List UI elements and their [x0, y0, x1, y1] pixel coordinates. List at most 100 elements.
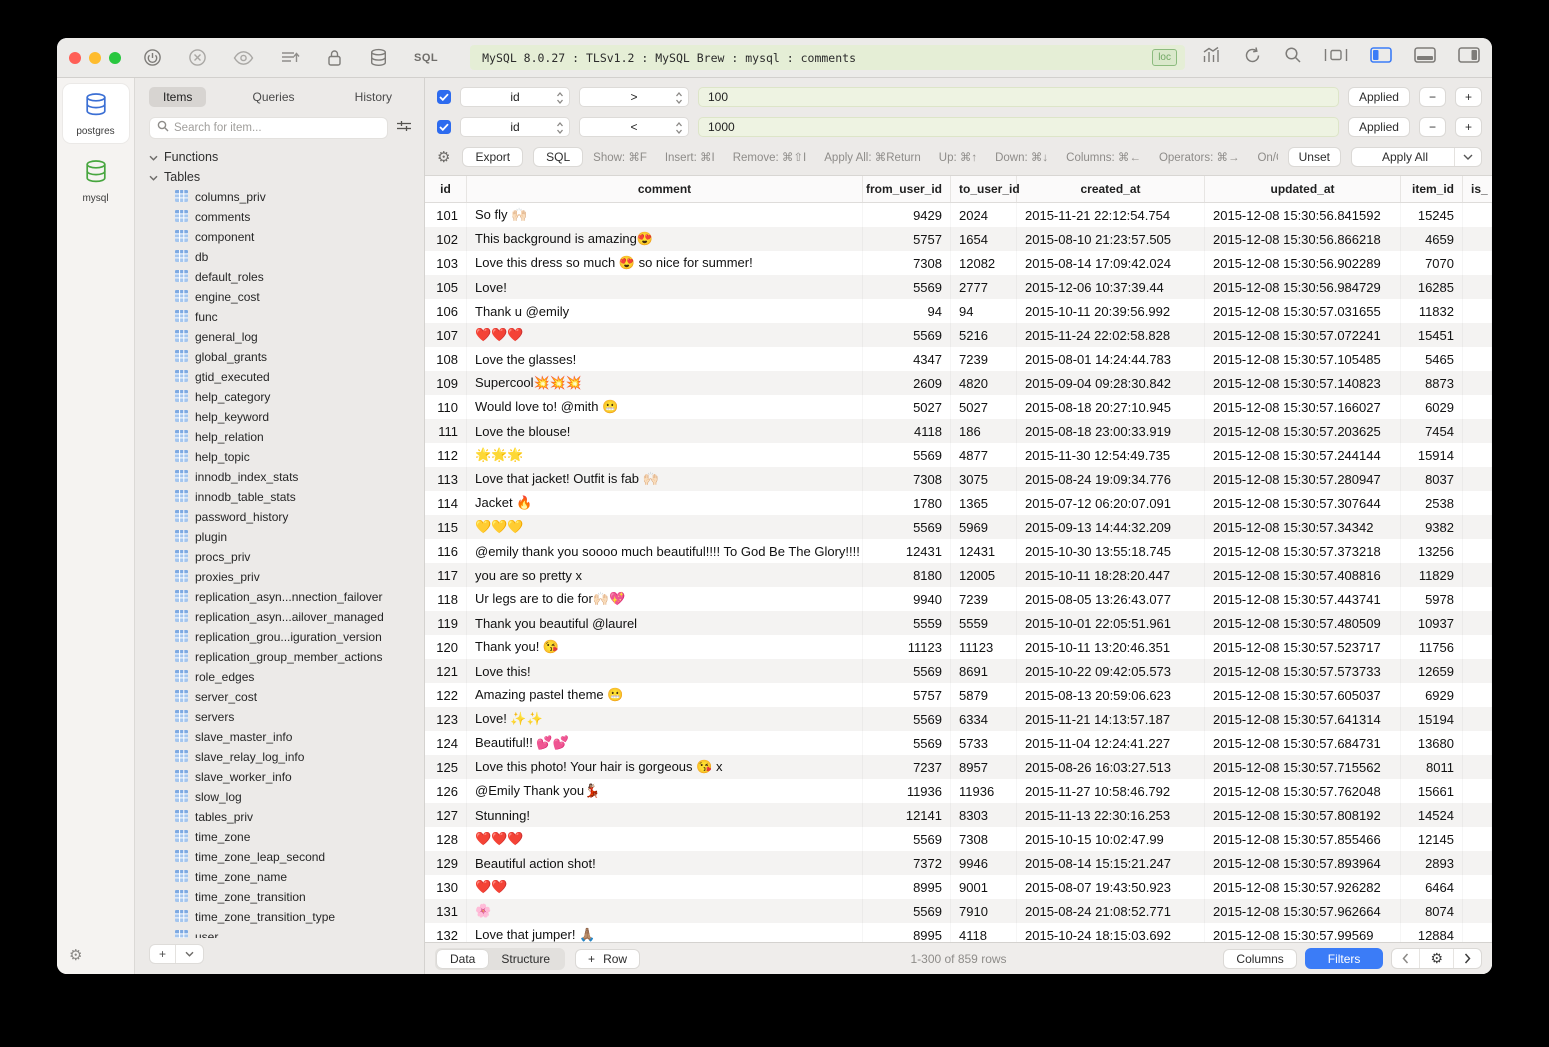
cell-is[interactable]: [1463, 491, 1492, 515]
cell-is[interactable]: [1463, 443, 1492, 467]
cell-item_id[interactable]: 15245: [1401, 203, 1463, 227]
sidebar-table-item[interactable]: default_roles: [149, 267, 424, 287]
cell-created_at[interactable]: 2015-09-04 09:28:30.842: [1017, 371, 1205, 395]
cell-id[interactable]: 110: [425, 395, 467, 419]
cell-id[interactable]: 123: [425, 707, 467, 731]
cell-created_at[interactable]: 2015-08-26 16:03:27.513: [1017, 755, 1205, 779]
cell-is[interactable]: [1463, 659, 1492, 683]
toggle-right-panel-icon[interactable]: [1458, 47, 1480, 68]
cell-to_user_id[interactable]: 2024: [951, 203, 1017, 227]
cell-to_user_id[interactable]: 4820: [951, 371, 1017, 395]
sidebar-table-item[interactable]: columns_priv: [149, 187, 424, 207]
unset-button[interactable]: Unset: [1288, 147, 1341, 167]
cell-comment[interactable]: Jacket 🔥: [467, 491, 863, 515]
column-header-comment[interactable]: comment: [467, 176, 863, 202]
sidebar-table-item[interactable]: server_cost: [149, 687, 424, 707]
cell-to_user_id[interactable]: 9946: [951, 851, 1017, 875]
sidebar-table-item[interactable]: replication_grou...iguration_version: [149, 627, 424, 647]
cell-created_at[interactable]: 2015-08-24 21:08:52.771: [1017, 899, 1205, 923]
cell-is[interactable]: [1463, 203, 1492, 227]
group-tables[interactable]: Tables: [149, 167, 424, 187]
cell-id[interactable]: 113: [425, 467, 467, 491]
cell-updated_at[interactable]: 2015-12-08 15:30:57.762048: [1205, 779, 1401, 803]
cell-created_at[interactable]: 2015-10-01 22:05:51.961: [1017, 611, 1205, 635]
cell-comment[interactable]: @emily thank you soooo much beautiful!!!…: [467, 539, 863, 563]
cell-updated_at[interactable]: 2015-12-08 15:30:57.307644: [1205, 491, 1401, 515]
cell-created_at[interactable]: 2015-08-14 15:15:21.247: [1017, 851, 1205, 875]
cell-to_user_id[interactable]: 4118: [951, 923, 1017, 942]
filter-value-input[interactable]: [698, 87, 1339, 107]
cell-from_user_id[interactable]: 7237: [863, 755, 951, 779]
cell-comment[interactable]: Love this dress so much 😍 so nice for su…: [467, 251, 863, 275]
close-window-button[interactable]: [69, 52, 81, 64]
tab-history[interactable]: History: [341, 87, 406, 107]
cell-from_user_id[interactable]: 1780: [863, 491, 951, 515]
cell-item_id[interactable]: 5465: [1401, 347, 1463, 371]
cell-from_user_id[interactable]: 5559: [863, 611, 951, 635]
cell-to_user_id[interactable]: 5216: [951, 323, 1017, 347]
cell-from_user_id[interactable]: 8180: [863, 563, 951, 587]
tab-data[interactable]: Data: [437, 950, 488, 968]
cell-updated_at[interactable]: 2015-12-08 15:30:57.523717: [1205, 635, 1401, 659]
cell-created_at[interactable]: 2015-08-13 20:59:06.623: [1017, 683, 1205, 707]
cell-from_user_id[interactable]: 5569: [863, 707, 951, 731]
cell-comment[interactable]: Would love to! @mith 😬: [467, 395, 863, 419]
cell-to_user_id[interactable]: 7910: [951, 899, 1017, 923]
cell-item_id[interactable]: 7070: [1401, 251, 1463, 275]
sidebar-table-item[interactable]: time_zone_name: [149, 867, 424, 887]
filter-value-input[interactable]: [698, 117, 1339, 137]
connect-icon[interactable]: [143, 48, 162, 67]
cell-comment[interactable]: Thank you! 😘: [467, 635, 863, 659]
cell-is[interactable]: [1463, 635, 1492, 659]
cell-from_user_id[interactable]: 5757: [863, 227, 951, 251]
cell-comment[interactable]: Love this!: [467, 659, 863, 683]
cell-is[interactable]: [1463, 371, 1492, 395]
cell-created_at[interactable]: 2015-08-14 17:09:42.024: [1017, 251, 1205, 275]
column-header-from_user_id[interactable]: from_user_id: [863, 176, 951, 202]
filters-button[interactable]: Filters: [1305, 948, 1384, 969]
remove-filter-button[interactable]: −: [1419, 117, 1446, 137]
cell-is[interactable]: [1463, 395, 1492, 419]
sidebar-table-item[interactable]: help_relation: [149, 427, 424, 447]
sidebar-table-item[interactable]: func: [149, 307, 424, 327]
settings-gear-icon[interactable]: ⚙: [69, 946, 82, 964]
cell-created_at[interactable]: 2015-07-12 06:20:07.091: [1017, 491, 1205, 515]
cell-updated_at[interactable]: 2015-12-08 15:30:57.641314: [1205, 707, 1401, 731]
cell-is[interactable]: [1463, 755, 1492, 779]
cell-created_at[interactable]: 2015-11-27 10:58:46.792: [1017, 779, 1205, 803]
cell-updated_at[interactable]: 2015-12-08 15:30:57.480509: [1205, 611, 1401, 635]
cell-item_id[interactable]: 7454: [1401, 419, 1463, 443]
cell-from_user_id[interactable]: 2609: [863, 371, 951, 395]
cell-comment[interactable]: 🌸: [467, 899, 863, 923]
cell-is[interactable]: [1463, 731, 1492, 755]
cell-to_user_id[interactable]: 5027: [951, 395, 1017, 419]
sidebar-table-item[interactable]: help_topic: [149, 447, 424, 467]
cell-id[interactable]: 106: [425, 299, 467, 323]
sidebar-table-item[interactable]: component: [149, 227, 424, 247]
sidebar-table-item[interactable]: slave_relay_log_info: [149, 747, 424, 767]
cell-from_user_id[interactable]: 7308: [863, 467, 951, 491]
cell-comment[interactable]: Love!: [467, 275, 863, 299]
cell-item_id[interactable]: 15194: [1401, 707, 1463, 731]
cell-id[interactable]: 107: [425, 323, 467, 347]
cell-created_at[interactable]: 2015-11-13 22:30:16.253: [1017, 803, 1205, 827]
cell-to_user_id[interactable]: 1654: [951, 227, 1017, 251]
log-icon[interactable]: [280, 49, 300, 66]
cell-is[interactable]: [1463, 899, 1492, 923]
sidebar-table-item[interactable]: help_category: [149, 387, 424, 407]
cell-created_at[interactable]: 2015-11-04 12:24:41.227: [1017, 731, 1205, 755]
cell-to_user_id[interactable]: 12005: [951, 563, 1017, 587]
cell-updated_at[interactable]: 2015-12-08 15:30:57.373218: [1205, 539, 1401, 563]
cell-to_user_id[interactable]: 94: [951, 299, 1017, 323]
cell-is[interactable]: [1463, 563, 1492, 587]
cell-comment[interactable]: you are so pretty x: [467, 563, 863, 587]
sidebar-table-item[interactable]: gtid_executed: [149, 367, 424, 387]
previous-page-button[interactable]: [1392, 949, 1419, 968]
cell-comment[interactable]: 💛💛💛: [467, 515, 863, 539]
cell-item_id[interactable]: 8011: [1401, 755, 1463, 779]
next-page-button[interactable]: [1453, 949, 1481, 968]
sidebar-table-item[interactable]: slave_worker_info: [149, 767, 424, 787]
cell-comment[interactable]: Love that jacket! Outfit is fab 🙌🏻: [467, 467, 863, 491]
cell-is[interactable]: [1463, 251, 1492, 275]
cell-id[interactable]: 109: [425, 371, 467, 395]
